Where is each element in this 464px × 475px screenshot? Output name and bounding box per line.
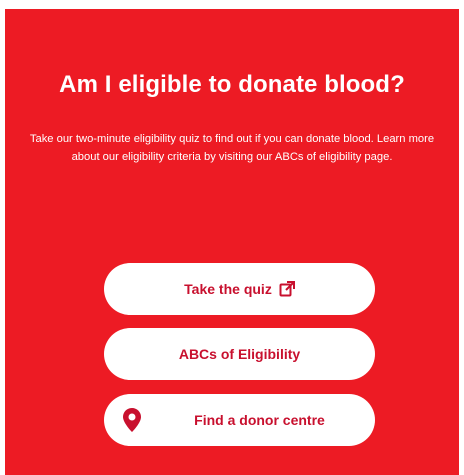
external-link-icon <box>279 281 295 297</box>
abcs-of-eligibility-button[interactable]: ABCs of Eligibility <box>104 328 375 380</box>
take-quiz-label: Take the quiz <box>184 281 272 297</box>
find-donor-centre-button[interactable]: Find a donor centre <box>104 394 375 446</box>
take-quiz-button[interactable]: Take the quiz <box>104 263 375 315</box>
eligibility-description: Take our two-minute eligibility quiz to … <box>29 133 435 163</box>
map-pin-icon <box>123 408 141 432</box>
abcs-of-eligibility-label: ABCs of Eligibility <box>178 346 301 362</box>
find-donor-centre-label: Find a donor centre <box>194 412 325 428</box>
page-title: Am I eligible to donate blood? <box>59 71 405 98</box>
eligibility-card: Am I eligible to donate blood? Take our … <box>5 9 459 475</box>
